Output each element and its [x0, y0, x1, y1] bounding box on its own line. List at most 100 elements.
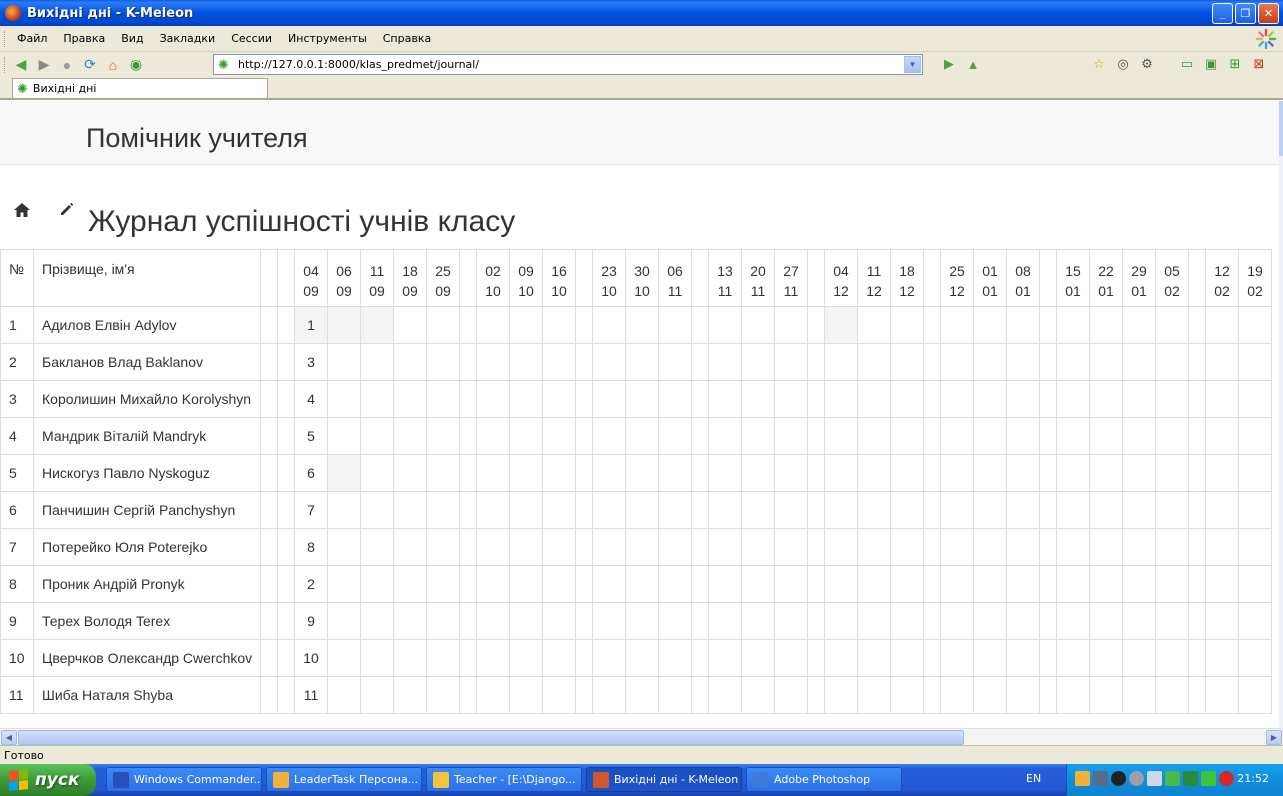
grade-cell[interactable]	[260, 676, 278, 714]
grade-cell[interactable]	[1039, 491, 1057, 529]
grade-cell[interactable]	[708, 528, 742, 566]
grade-cell[interactable]	[857, 380, 891, 418]
grade-cell[interactable]	[1056, 602, 1090, 640]
grade-cell[interactable]	[1155, 343, 1189, 381]
grade-cell[interactable]	[1238, 454, 1272, 492]
grade-cell[interactable]	[625, 602, 659, 640]
grade-cell[interactable]	[923, 602, 941, 640]
grade-cell[interactable]	[890, 528, 924, 566]
grade-cell[interactable]: 5	[294, 417, 328, 455]
tray-app-icon[interactable]	[1075, 771, 1090, 786]
menu-sessions[interactable]: Сессии	[231, 32, 272, 45]
grade-cell[interactable]	[393, 306, 427, 344]
grade-cell[interactable]	[476, 343, 510, 381]
grade-cell[interactable]	[476, 639, 510, 677]
grade-cell[interactable]	[592, 454, 626, 492]
grade-cell[interactable]	[509, 417, 543, 455]
reload-icon[interactable]: ⟳	[81, 56, 99, 74]
grade-cell[interactable]	[940, 491, 974, 529]
url-text[interactable]: http://127.0.0.1:8000/klas_predmet/journ…	[238, 58, 479, 71]
grade-cell[interactable]	[476, 565, 510, 603]
grade-cell[interactable]	[575, 491, 593, 529]
grade-cell[interactable]	[1188, 306, 1206, 344]
grade-cell[interactable]	[1155, 417, 1189, 455]
grade-cell[interactable]	[1205, 639, 1239, 677]
tray-disk-icon[interactable]	[1129, 771, 1144, 786]
grade-cell[interactable]	[658, 417, 692, 455]
grade-cell[interactable]: 8	[294, 528, 328, 566]
grade-cell[interactable]	[592, 528, 626, 566]
grade-cell[interactable]	[542, 676, 576, 714]
grade-cell[interactable]	[807, 639, 825, 677]
grade-cell[interactable]	[277, 343, 295, 381]
grade-cell[interactable]	[940, 417, 974, 455]
grade-cell[interactable]	[1238, 306, 1272, 344]
grade-cell[interactable]	[1006, 491, 1040, 529]
grade-cell[interactable]	[592, 491, 626, 529]
grade-cell[interactable]	[1089, 565, 1123, 603]
grade-cell[interactable]	[691, 491, 709, 529]
taskbar-task[interactable]: Windows Commander...	[106, 767, 262, 792]
grade-cell[interactable]	[774, 454, 808, 492]
taskbar-task[interactable]: Teacher - [E:\Django...	[426, 767, 582, 792]
grade-cell[interactable]	[857, 306, 891, 344]
grade-cell[interactable]	[658, 639, 692, 677]
grade-cell[interactable]	[973, 417, 1007, 455]
grade-cell[interactable]	[360, 676, 394, 714]
grade-cell[interactable]	[1039, 380, 1057, 418]
grade-cell[interactable]	[658, 306, 692, 344]
vertical-scrollbar[interactable]	[1279, 101, 1283, 728]
grade-cell[interactable]	[575, 454, 593, 492]
grade-cell[interactable]	[327, 343, 361, 381]
grade-cell[interactable]	[575, 602, 593, 640]
grade-cell[interactable]	[1205, 676, 1239, 714]
grade-cell[interactable]	[741, 639, 775, 677]
grade-cell[interactable]	[459, 565, 477, 603]
home-icon[interactable]	[13, 202, 31, 218]
grade-cell[interactable]: 9	[294, 602, 328, 640]
grade-cell[interactable]	[1205, 565, 1239, 603]
grade-cell[interactable]	[277, 417, 295, 455]
grade-cell[interactable]	[1039, 676, 1057, 714]
grade-cell[interactable]	[857, 676, 891, 714]
grade-cell[interactable]	[691, 417, 709, 455]
scroll-right-arrow-icon[interactable]: ▶	[1266, 730, 1282, 745]
forward-icon[interactable]: ▶	[35, 56, 53, 74]
grade-cell[interactable]	[1205, 380, 1239, 418]
grade-cell[interactable]	[807, 528, 825, 566]
menu-view[interactable]: Вид	[121, 32, 143, 45]
layer-icon[interactable]: ▣	[1202, 55, 1220, 73]
taskbar-task[interactable]: LeaderTask Персона...	[266, 767, 422, 792]
grade-cell[interactable]	[1006, 306, 1040, 344]
grade-cell[interactable]	[691, 528, 709, 566]
grade-cell[interactable]	[1089, 306, 1123, 344]
grade-cell[interactable]	[824, 528, 858, 566]
grade-cell[interactable]	[592, 565, 626, 603]
grade-cell[interactable]: 11	[294, 676, 328, 714]
grade-cell[interactable]	[658, 676, 692, 714]
grade-cell[interactable]: 2	[294, 565, 328, 603]
horizontal-scroll-thumb[interactable]	[18, 730, 964, 745]
grade-cell[interactable]	[509, 454, 543, 492]
grade-cell[interactable]	[857, 565, 891, 603]
grade-cell[interactable]	[1089, 528, 1123, 566]
grade-cell[interactable]	[890, 380, 924, 418]
grade-cell[interactable]	[923, 528, 941, 566]
grade-cell[interactable]	[1089, 602, 1123, 640]
home-nav-icon[interactable]: ⌂	[104, 56, 122, 74]
grade-cell[interactable]	[426, 343, 460, 381]
grade-cell[interactable]	[1089, 454, 1123, 492]
grade-cell[interactable]	[625, 380, 659, 418]
grade-cell[interactable]	[1039, 565, 1057, 603]
grade-cell[interactable]	[260, 306, 278, 344]
grade-cell[interactable]	[327, 491, 361, 529]
grade-cell[interactable]	[1122, 602, 1156, 640]
grade-cell[interactable]	[1089, 676, 1123, 714]
grade-cell[interactable]	[973, 602, 1007, 640]
grade-cell[interactable]	[459, 306, 477, 344]
grade-cell[interactable]	[459, 491, 477, 529]
grade-cell[interactable]	[824, 602, 858, 640]
grade-cell[interactable]	[1188, 602, 1206, 640]
grade-cell[interactable]	[476, 676, 510, 714]
grade-cell[interactable]	[890, 454, 924, 492]
